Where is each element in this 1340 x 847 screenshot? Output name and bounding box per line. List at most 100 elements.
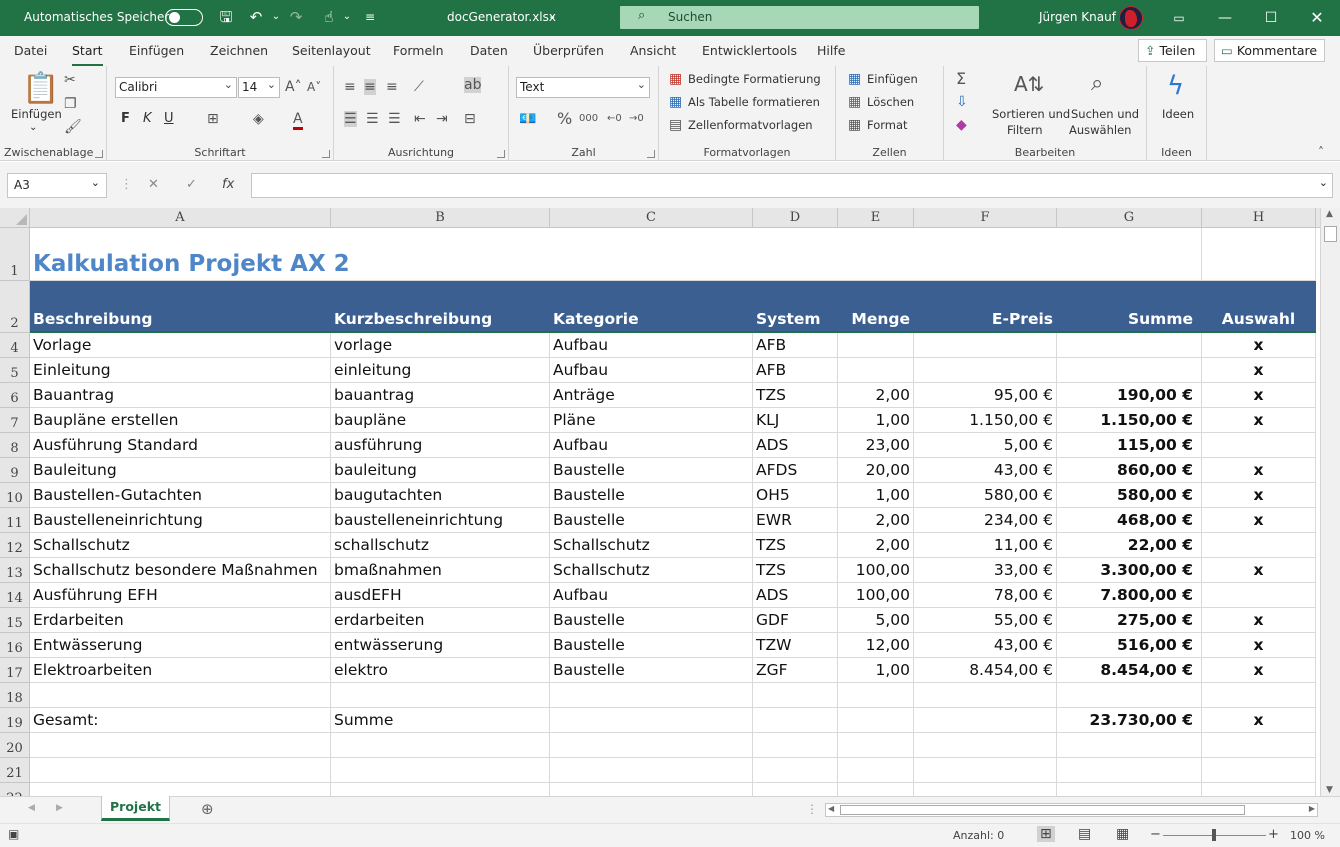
header-cell-kategorie[interactable]: Kategorie — [550, 281, 753, 333]
maximize-icon[interactable]: ☐ — [1248, 6, 1294, 30]
cell-kurzbeschreibung[interactable]: elektro — [331, 658, 550, 683]
clipboard-launcher-icon[interactable] — [95, 150, 103, 158]
cell-system[interactable]: KLJ — [753, 408, 838, 433]
title-cell[interactable]: Kalkulation Projekt AX 2 — [30, 228, 1202, 281]
font-color-icon[interactable]: A — [293, 111, 303, 130]
cell-summe[interactable]: 190,00 € — [1057, 383, 1202, 408]
cell-menge[interactable]: 2,00 — [838, 508, 914, 533]
autosave-toggle[interactable] — [165, 9, 203, 26]
autosum-icon[interactable]: Σ — [956, 71, 966, 87]
cell-menge[interactable]: 2,00 — [838, 533, 914, 558]
tab-seitenlayout[interactable]: Seitenlayout — [292, 43, 371, 58]
cell-kategorie[interactable]: Baustelle — [550, 658, 753, 683]
format-painter-icon[interactable]: 🖌 — [64, 119, 82, 135]
format-as-table-icon[interactable]: ▦ — [669, 94, 682, 110]
row-header[interactable]: 7 — [0, 408, 30, 433]
font-name-select[interactable]: Calibri — [115, 75, 237, 98]
tab-datei[interactable]: Datei — [14, 43, 47, 58]
cell-auswahl[interactable]: x — [1202, 608, 1316, 633]
cell-kategorie[interactable]: Aufbau — [550, 433, 753, 458]
cell-system[interactable] — [753, 683, 838, 708]
align-middle-icon[interactable]: ≡ — [364, 79, 376, 95]
cell-styles-icon[interactable]: ▤ — [669, 117, 682, 133]
cell-e-preis[interactable]: 11,00 € — [914, 533, 1057, 558]
cell-system[interactable] — [753, 733, 838, 758]
cell-kurzbeschreibung[interactable]: erdarbeiten — [331, 608, 550, 633]
underline-button[interactable]: U — [164, 111, 174, 127]
format-cells-button[interactable]: Format — [867, 117, 908, 133]
fill-icon[interactable]: ⇩ — [956, 94, 968, 110]
cell-beschreibung[interactable]: Elektroarbeiten — [30, 658, 331, 683]
cell[interactable] — [1202, 228, 1316, 281]
row-header[interactable]: 18 — [0, 683, 30, 708]
cell-auswahl[interactable]: x — [1202, 408, 1316, 433]
expand-formula-icon[interactable]: ⌄ — [1319, 176, 1328, 189]
cell-menge[interactable] — [838, 333, 914, 358]
bold-button[interactable]: F — [121, 111, 130, 127]
cell-kategorie[interactable]: Schallschutz — [550, 533, 753, 558]
cell-kurzbeschreibung[interactable] — [331, 783, 550, 796]
cell-beschreibung[interactable] — [30, 783, 331, 796]
cell-kurzbeschreibung[interactable] — [331, 733, 550, 758]
cell-auswahl[interactable]: x — [1202, 483, 1316, 508]
share-button[interactable]: ⇪ Teilen — [1138, 39, 1207, 62]
tab-split-handle-icon[interactable]: ⋮ — [806, 802, 818, 816]
cell-beschreibung[interactable] — [30, 733, 331, 758]
cell-beschreibung[interactable]: Schallschutz — [30, 533, 331, 558]
cell-system[interactable]: EWR — [753, 508, 838, 533]
zoom-level[interactable]: 100 % — [1290, 829, 1325, 842]
sort-filter-label-1[interactable]: Sortieren und — [992, 106, 1070, 122]
cell-e-preis[interactable]: 55,00 € — [914, 608, 1057, 633]
zoom-slider-thumb[interactable] — [1212, 829, 1216, 841]
column-header-c[interactable]: C — [550, 208, 753, 228]
cell-kurzbeschreibung[interactable]: bmaßnahmen — [331, 558, 550, 583]
cell-kurzbeschreibung[interactable]: Summe — [331, 708, 550, 733]
cell-auswahl[interactable] — [1202, 783, 1316, 796]
cell-kategorie[interactable]: Aufbau — [550, 358, 753, 383]
find-select-label-1[interactable]: Suchen und — [1071, 106, 1139, 122]
cell-system[interactable]: ADS — [753, 433, 838, 458]
cell-summe[interactable]: 275,00 € — [1057, 608, 1202, 633]
column-header-b[interactable]: B — [331, 208, 550, 228]
cell-beschreibung[interactable]: Erdarbeiten — [30, 608, 331, 633]
cell-beschreibung[interactable]: Ausführung EFH — [30, 583, 331, 608]
paste-dropdown-icon[interactable]: ⌄ — [29, 120, 37, 136]
number-format-select[interactable]: Text — [516, 75, 650, 98]
page-layout-view-icon[interactable]: ▤ — [1078, 826, 1091, 842]
cell-auswahl[interactable]: x — [1202, 508, 1316, 533]
cell-e-preis[interactable] — [914, 358, 1057, 383]
cell-e-preis[interactable]: 8.454,00 € — [914, 658, 1057, 683]
cell-beschreibung[interactable]: Vorlage — [30, 333, 331, 358]
italic-button[interactable]: K — [143, 111, 152, 127]
cell-e-preis[interactable]: 78,00 € — [914, 583, 1057, 608]
cell-system[interactable]: TZW — [753, 633, 838, 658]
name-box[interactable]: A3 — [7, 171, 107, 198]
cell-e-preis[interactable] — [914, 333, 1057, 358]
align-left-icon[interactable]: ☰ — [344, 111, 357, 127]
horizontal-scroll-thumb[interactable] — [840, 805, 1245, 815]
cell-kategorie[interactable]: Baustelle — [550, 508, 753, 533]
column-header-a[interactable]: A — [30, 208, 331, 228]
header-cell-e-preis[interactable]: E-Preis — [914, 281, 1057, 333]
cell-system[interactable]: GDF — [753, 608, 838, 633]
cell-kurzbeschreibung[interactable]: entwässerung — [331, 633, 550, 658]
cell-kategorie[interactable]: Aufbau — [550, 333, 753, 358]
cell-summe[interactable]: 860,00 € — [1057, 458, 1202, 483]
cell-kurzbeschreibung[interactable]: bauleitung — [331, 458, 550, 483]
cell-e-preis[interactable] — [914, 758, 1057, 783]
row-header[interactable]: 1 — [0, 228, 30, 281]
page-break-view-icon[interactable]: ▦ — [1116, 826, 1129, 842]
touch-dropdown-icon[interactable]: ⌄ — [336, 6, 358, 28]
align-bottom-icon[interactable]: ≡ — [386, 79, 398, 95]
cell-menge[interactable] — [838, 708, 914, 733]
new-sheet-icon[interactable]: ⊕ — [201, 800, 214, 818]
cell-kategorie[interactable]: Baustelle — [550, 483, 753, 508]
column-header-e[interactable]: E — [838, 208, 914, 228]
cell-summe[interactable] — [1057, 733, 1202, 758]
orientation-icon[interactable]: ⟋ — [414, 79, 424, 95]
cell-auswahl[interactable] — [1202, 533, 1316, 558]
alignment-launcher-icon[interactable] — [497, 150, 505, 158]
row-header[interactable]: 19 — [0, 708, 30, 733]
cell-auswahl[interactable]: x — [1202, 383, 1316, 408]
cell-e-preis[interactable]: 43,00 € — [914, 633, 1057, 658]
